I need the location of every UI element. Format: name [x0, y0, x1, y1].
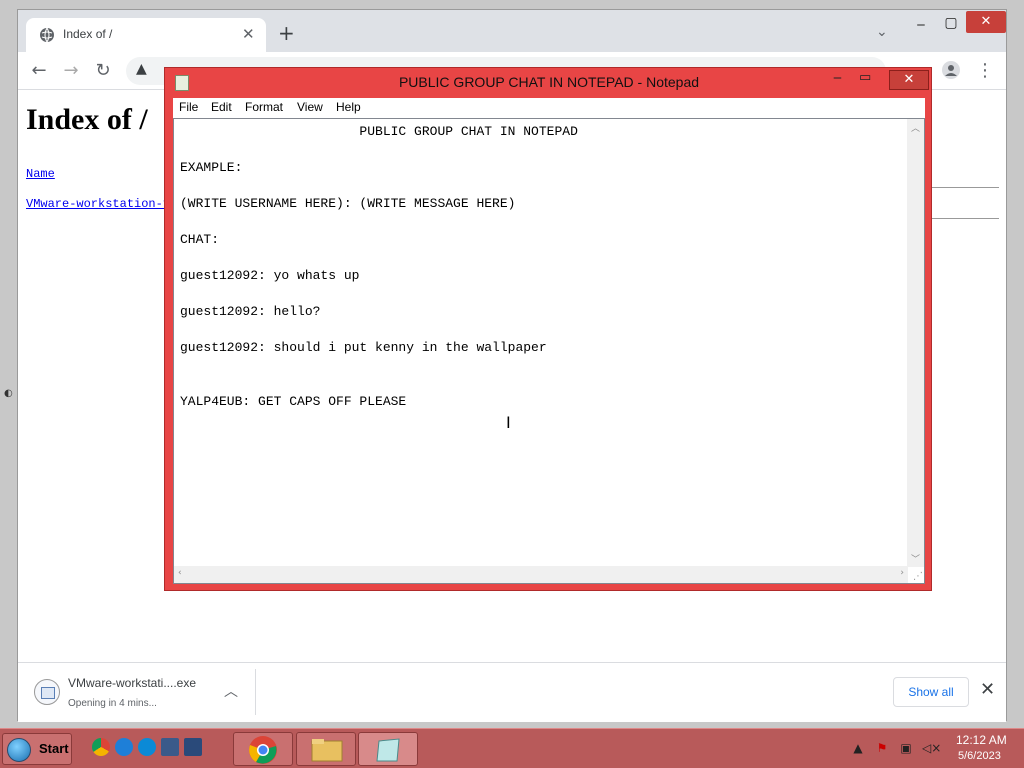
editor-text[interactable]: PUBLIC GROUP CHAT IN NOTEPAD EXAMPLE: (W… — [180, 123, 902, 563]
chrome-quicklaunch-icon[interactable] — [92, 738, 110, 756]
divider — [255, 669, 256, 715]
vertical-scrollbar[interactable]: ︿ ﹀ — [907, 119, 924, 567]
divider — [930, 187, 999, 188]
tab-close-icon[interactable]: ✕ — [242, 25, 255, 43]
clock-date[interactable]: 5/6/2023 — [958, 750, 1001, 762]
tab-search-chevron-icon[interactable]: ⌄ — [876, 24, 888, 40]
clock-time[interactable]: 12:12 AM — [956, 733, 1007, 747]
text-line: guest12092: hello? — [180, 304, 321, 319]
start-button[interactable]: Start — [2, 733, 72, 765]
menu-format[interactable]: Format — [245, 100, 283, 114]
notepad-icon — [376, 738, 400, 762]
cursor-icon: ◐ — [4, 388, 13, 399]
page-title: Index of / — [26, 103, 148, 136]
maximize-icon[interactable]: ▭ — [859, 70, 871, 85]
start-label: Start — [39, 741, 69, 756]
text-line: YALP4EUB: GET CAPS OFF PLEASE — [180, 394, 407, 409]
text-line: (WRITE USERNAME HERE): (WRITE MESSAGE HE… — [180, 196, 516, 211]
text-line: guest12092: yo whats up — [180, 268, 360, 283]
taskbar-chrome[interactable] — [233, 732, 293, 766]
chrome-icon — [249, 736, 277, 764]
close-window-button[interactable]: ✕ — [966, 11, 1006, 33]
menu-file[interactable]: File — [179, 100, 198, 114]
taskbar-notepad[interactable] — [358, 732, 418, 766]
divider — [930, 218, 999, 219]
warning-icon[interactable]: ▲ — [136, 61, 147, 77]
folder-icon — [311, 739, 343, 762]
action-center-icon[interactable]: ⚑ — [874, 741, 890, 755]
minimize-icon[interactable]: ‒ — [906, 14, 936, 36]
taskbar: Start ▲ ⚑ ▣ ◁× 12:12 AM 5/6/2023 — [0, 728, 1024, 768]
scroll-down-icon[interactable]: ﹀ — [911, 552, 920, 565]
windows-orb-icon — [7, 738, 31, 762]
edge-icon[interactable] — [138, 738, 156, 756]
text-cursor-icon: I — [506, 413, 511, 432]
name-column-link[interactable]: Name — [26, 167, 55, 181]
close-download-bar-icon[interactable]: ✕ — [980, 679, 995, 700]
text-editor-area[interactable]: PUBLIC GROUP CHAT IN NOTEPAD EXAMPLE: (W… — [173, 118, 925, 584]
text-line: guest12092: should i put kenny in the wa… — [180, 340, 547, 355]
text-line: PUBLIC GROUP CHAT IN NOTEPAD — [180, 124, 578, 139]
tab-strip: Index of / ✕ + ⌄ ‒ ▢ ✕ — [18, 10, 1006, 52]
text-line: EXAMPLE: — [180, 160, 243, 175]
menu-view[interactable]: View — [297, 100, 323, 114]
globe-icon — [40, 27, 54, 43]
menu-help[interactable]: Help — [336, 100, 361, 114]
internet-explorer-icon[interactable] — [115, 738, 133, 756]
new-tab-icon[interactable]: + — [278, 23, 295, 43]
network-icon[interactable]: ▣ — [898, 741, 914, 755]
reload-icon[interactable]: ↻ — [92, 60, 114, 82]
volume-muted-icon[interactable]: ◁× — [922, 741, 941, 755]
profile-icon[interactable] — [940, 60, 962, 82]
close-window-button[interactable]: ✕ — [889, 70, 929, 90]
scroll-left-icon[interactable]: ‹ — [178, 568, 182, 578]
desktop-icon[interactable] — [161, 738, 179, 756]
download-file-name[interactable]: VMware-workstati....exe — [68, 676, 196, 690]
download-bar: VMware-workstati....exe Opening in 4 min… — [18, 662, 1006, 722]
window-switch-icon[interactable] — [184, 738, 202, 756]
file-link[interactable]: VMware-workstation-f — [26, 197, 170, 211]
download-status: Opening in 4 mins... — [68, 698, 157, 709]
minimize-icon[interactable]: ‒ — [833, 70, 842, 86]
maximize-icon[interactable]: ▢ — [936, 12, 966, 34]
scroll-right-icon[interactable]: › — [900, 568, 904, 578]
window-title: PUBLIC GROUP CHAT IN NOTEPAD - Notepad — [398, 74, 700, 90]
scroll-up-icon[interactable]: ︿ — [911, 121, 920, 134]
menu-edit[interactable]: Edit — [211, 100, 232, 114]
menu-bar: File Edit Format View Help — [173, 98, 925, 118]
back-arrow-icon[interactable]: ← — [28, 60, 50, 82]
notepad-window: PUBLIC GROUP CHAT IN NOTEPAD - Notepad ‒… — [164, 67, 932, 591]
tab-index[interactable]: Index of / ✕ — [26, 18, 266, 52]
resize-grip-icon[interactable]: ⋰ — [913, 571, 923, 582]
forward-arrow-icon[interactable]: → — [60, 60, 82, 82]
kebab-menu-icon[interactable]: ⋮ — [974, 60, 996, 82]
text-line: CHAT: — [180, 232, 220, 247]
horizontal-scrollbar[interactable]: ‹ › — [174, 566, 908, 583]
taskbar-file-explorer[interactable] — [296, 732, 356, 766]
show-all-button[interactable]: Show all — [893, 677, 969, 707]
tab-title: Index of / — [63, 27, 113, 41]
chevron-up-icon[interactable]: ︿ — [224, 681, 238, 701]
show-hidden-icons[interactable]: ▲ — [850, 741, 866, 755]
installer-file-icon[interactable] — [34, 679, 60, 705]
